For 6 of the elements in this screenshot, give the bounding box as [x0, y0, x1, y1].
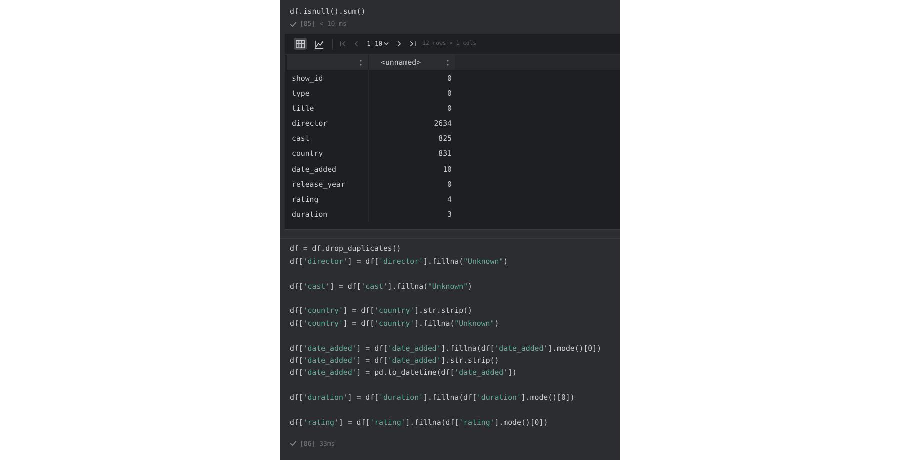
caret-icon [384, 42, 389, 46]
last-page-icon[interactable] [408, 40, 417, 48]
previous-page-icon[interactable] [353, 40, 361, 48]
table-view-button[interactable] [294, 38, 307, 50]
chart-view-button[interactable] [313, 38, 326, 50]
first-page-icon[interactable] [339, 40, 347, 48]
